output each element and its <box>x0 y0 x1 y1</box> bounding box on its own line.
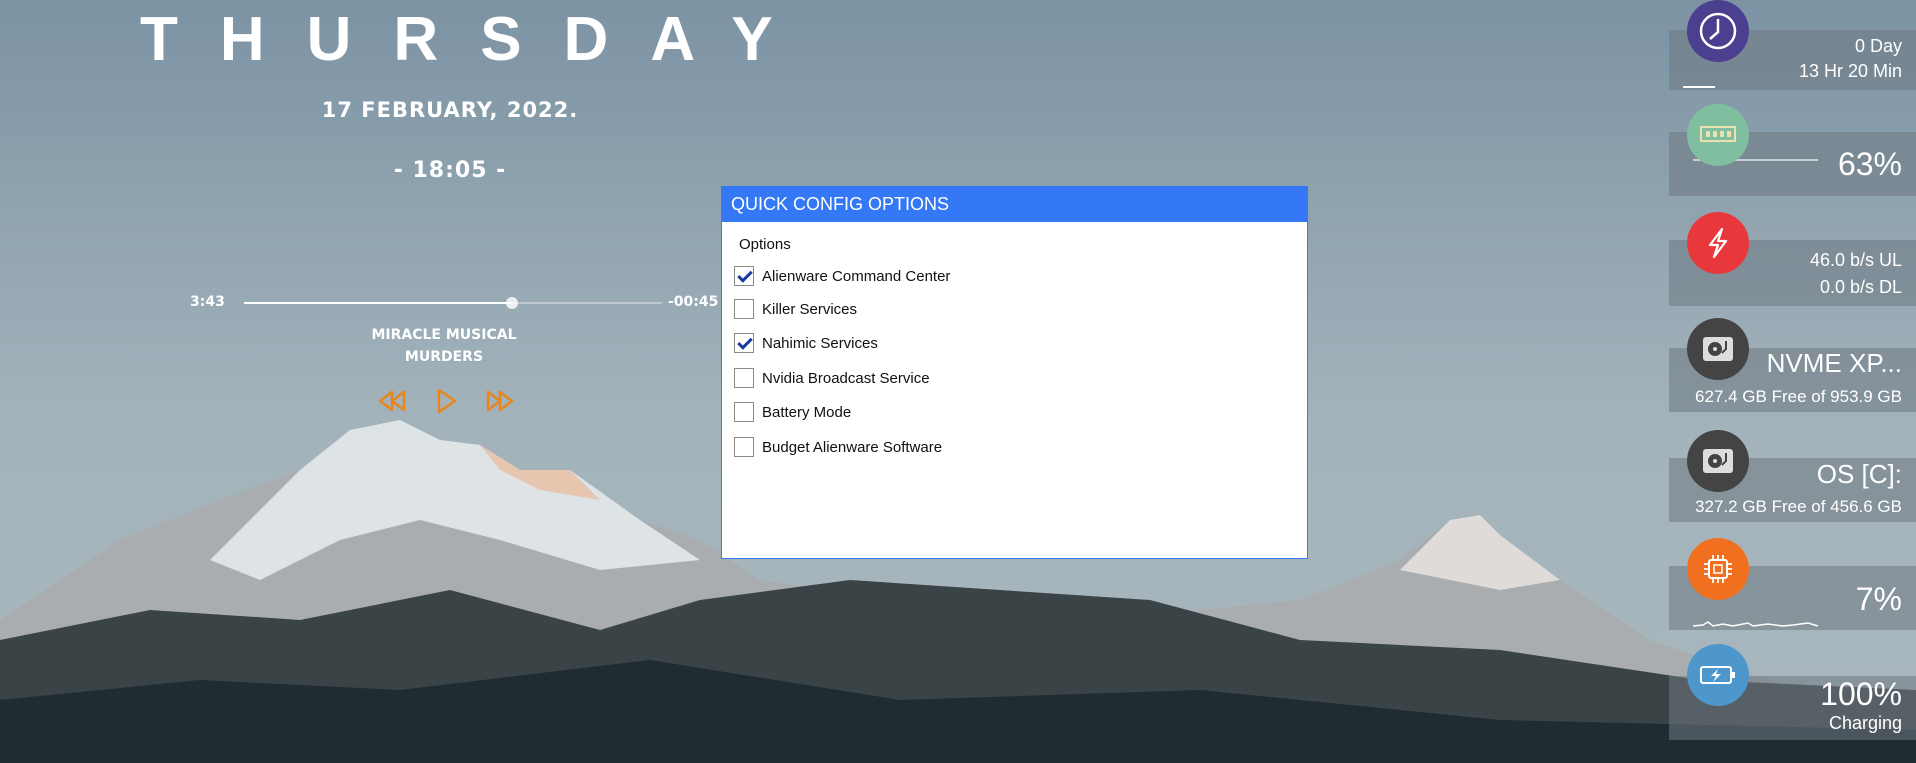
checkbox[interactable] <box>734 437 754 457</box>
options-group-label: Options <box>739 236 791 253</box>
network-download: 0.0 b/s DL <box>1819 277 1902 297</box>
cpu-usage-graph <box>1693 621 1819 627</box>
uptime-days: 0 Day <box>1854 36 1902 56</box>
option-label: Nvidia Broadcast Service <box>762 369 930 387</box>
dialog-title: QUICK CONFIG OPTIONS <box>722 187 1307 222</box>
play-icon[interactable] <box>430 386 462 416</box>
checkbox[interactable] <box>734 333 754 353</box>
drive2-free-space: 327.2 GB Free of 456.6 GB <box>1695 497 1902 516</box>
drive1-name: NVME XP... <box>1766 348 1902 378</box>
battery-level: 100% <box>1820 676 1902 712</box>
option-budget-alienware-software[interactable]: Budget Alienware Software <box>734 436 942 458</box>
time-label: - 18:05 - <box>393 158 507 183</box>
option-label: Nahimic Services <box>762 334 878 352</box>
option-label: Battery Mode <box>762 403 852 421</box>
option-battery-mode[interactable]: Battery Mode <box>734 401 851 423</box>
option-killer-services[interactable]: Killer Services <box>734 298 857 320</box>
uptime-bar <box>1683 86 1715 88</box>
option-alienware-command-center[interactable]: Alienware Command Center <box>734 265 950 287</box>
network-icon <box>1687 212 1749 274</box>
battery-status: Charging <box>1828 713 1902 733</box>
option-nvidia-broadcast-service[interactable]: Nvidia Broadcast Service <box>734 367 930 389</box>
checkbox[interactable] <box>734 266 754 286</box>
option-label: Budget Alienware Software <box>762 438 943 456</box>
day-of-week: THURSDAY <box>140 5 815 74</box>
seek-bar-thumb[interactable] <box>505 297 518 309</box>
checkbox[interactable] <box>734 368 754 388</box>
date-label: 17 FEBRUARY, 2022. <box>321 98 579 122</box>
quick-config-dialog: QUICK CONFIG OPTIONS Options Alienware C… <box>721 186 1308 559</box>
uptime-hours-minutes: 13 Hr 20 Min <box>1798 61 1902 81</box>
option-label: Killer Services <box>762 300 858 318</box>
fast-forward-icon[interactable] <box>484 386 516 416</box>
playback-controls <box>372 386 522 420</box>
elapsed-time: 3:43 <box>190 294 225 310</box>
clock-icon <box>1687 0 1749 62</box>
drive2-name: OS [C]: <box>1816 459 1902 489</box>
hard-drive-icon <box>1687 430 1749 492</box>
checkbox[interactable] <box>734 299 754 319</box>
remaining-time: -00:45 <box>668 294 719 310</box>
option-label: Alienware Command Center <box>762 267 951 285</box>
hard-drive-icon <box>1687 318 1749 380</box>
cpu-usage-value: 7% <box>1855 581 1902 617</box>
checkbox[interactable] <box>734 402 754 422</box>
option-nahimic-services[interactable]: Nahimic Services <box>734 332 878 354</box>
ram-usage-value: 63% <box>1837 146 1902 182</box>
drive1-free-space: 627.4 GB Free of 953.9 GB <box>1695 387 1902 406</box>
seek-bar-fill <box>244 302 512 304</box>
track-artist: MIRACLE MUSICAL <box>371 327 517 343</box>
seek-bar[interactable] <box>244 297 662 309</box>
battery-icon <box>1687 644 1749 706</box>
network-upload: 46.0 b/s UL <box>1809 250 1902 270</box>
rewind-icon[interactable] <box>376 386 408 416</box>
memory-icon <box>1687 104 1749 166</box>
track-title: MURDERS <box>404 349 484 365</box>
cpu-icon <box>1687 538 1749 600</box>
